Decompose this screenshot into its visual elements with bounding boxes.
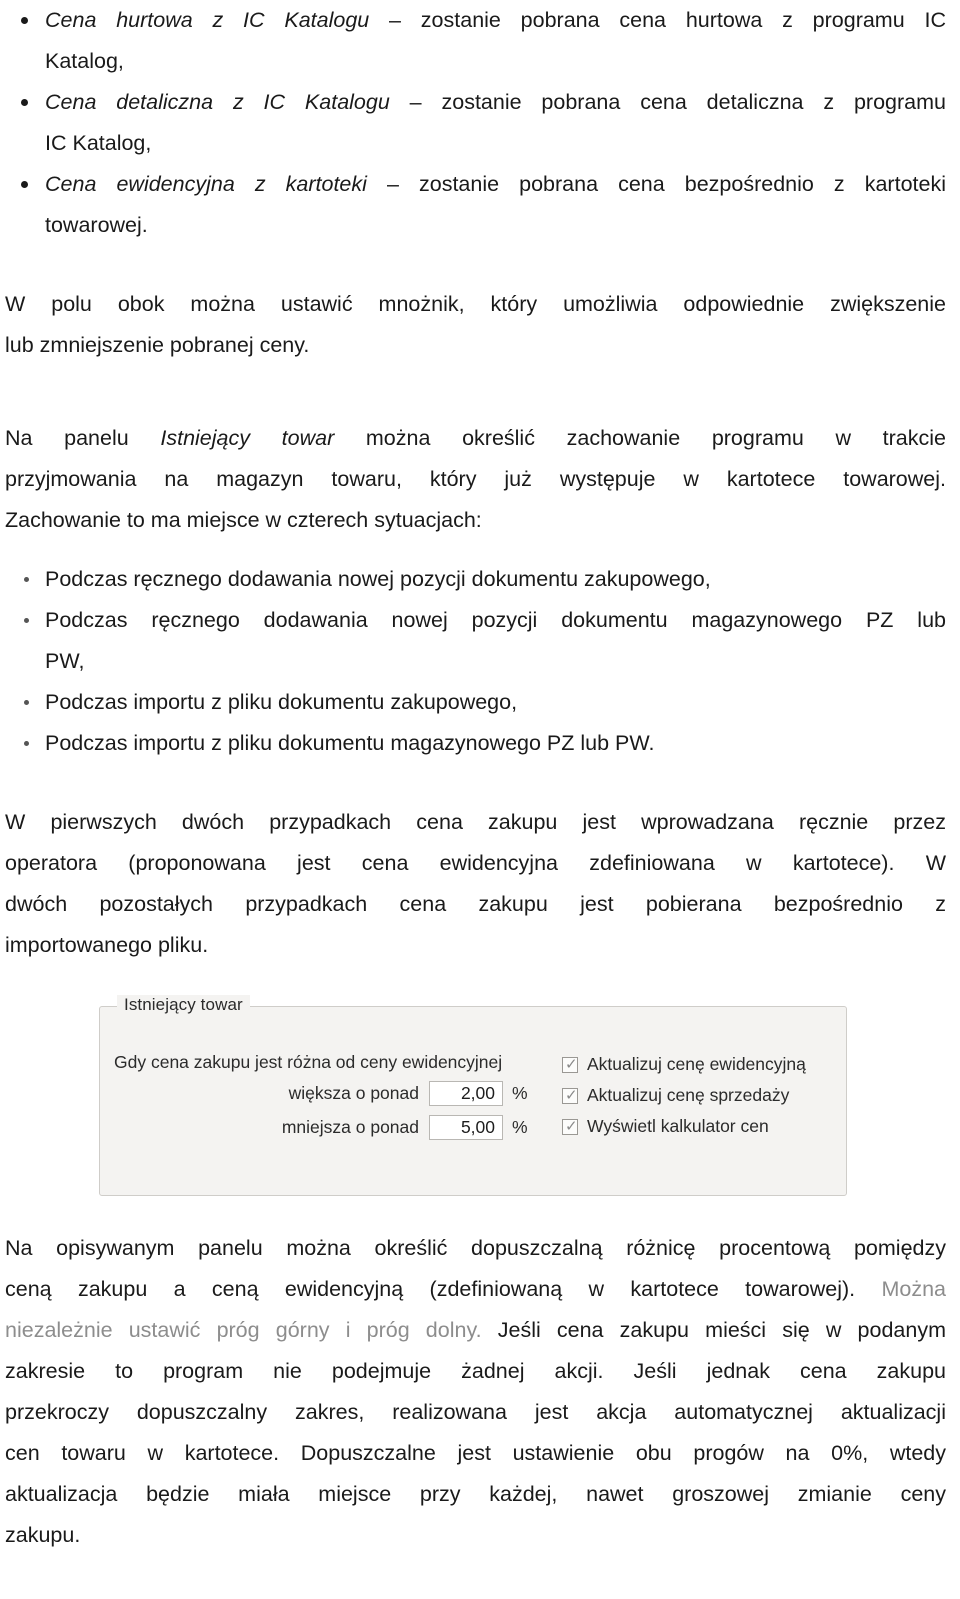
checkbox-label: Aktualizuj cenę sprzedaży — [587, 1085, 790, 1105]
paragraph-multiplier: W polu obok można ustawić mnożnik, który… — [5, 284, 946, 366]
bullet-icon — [24, 741, 29, 746]
list-item: Cena hurtowa z IC Katalogu – zostanie po… — [5, 0, 946, 82]
list-item-line: Cena ewidencyjna z kartoteki – zostanie … — [45, 164, 946, 205]
paragraph-text-muted: niezależnie ustawić próg górny i próg do… — [5, 1318, 498, 1342]
list-item: Podczas importu z pliku dokumentu zakupo… — [5, 682, 946, 723]
emphasis-text: Cena ewidencyjna z kartoteki — [45, 172, 367, 196]
emphasis-text: Istniejący towar — [160, 426, 335, 450]
checkbox-label: Aktualizuj cenę ewidencyjną — [587, 1054, 806, 1074]
paragraph-line: W polu obok można ustawić mnożnik, który… — [5, 292, 946, 316]
situation-list: Podczas ręcznego dodawania nowej pozycji… — [5, 559, 946, 764]
paragraph-line: dwóch pozostałych przypadkach cena zakup… — [5, 892, 946, 916]
paragraph-line: niezależnie ustawić próg górny i próg do… — [5, 1310, 946, 1351]
paragraph-tolerance: Na opisywanym panelu można określić dopu… — [5, 1228, 946, 1556]
paragraph-text: ceną zakupu a ceną ewidencyjną (zdefinio… — [5, 1277, 882, 1301]
bullet-icon — [21, 181, 28, 188]
list-item-line: Cena detaliczna z IC Katalogu – zostanie… — [45, 82, 946, 123]
threshold-row-less: mniejsza o ponad 5,00 % — [114, 1114, 534, 1141]
paragraph-line: aktualizacja będzie miała miejsce przy k… — [5, 1482, 946, 1506]
paragraph-line: przekroczy dopuszczalny zakres, realizow… — [5, 1400, 946, 1424]
checkmark-icon: ✓ — [565, 1055, 578, 1073]
checkbox-icon[interactable]: ✓ — [562, 1055, 578, 1073]
threshold-row-greater: większa o ponad 2,00 % — [114, 1080, 534, 1107]
paragraph-line: przyjmowania na magazyn towaru, który ju… — [5, 467, 946, 491]
bullet-icon — [24, 700, 29, 705]
checkbox-icon[interactable]: ✓ — [562, 1117, 578, 1135]
paragraph-line: Zachowanie to ma miejsce w czterech sytu… — [5, 508, 482, 532]
list-item-line: Podczas importu z pliku dokumentu magazy… — [45, 731, 655, 755]
checkbox-icon[interactable]: ✓ — [562, 1086, 578, 1104]
bullet-icon — [21, 17, 28, 24]
list-item-line: Podczas ręcznego dodawania nowej pozycji… — [45, 567, 711, 591]
condition-label: Gdy cena zakupu jest różna od ceny ewide… — [114, 1052, 503, 1072]
paragraph-manual-vs-import: W pierwszych dwóch przypadkach cena zaku… — [5, 802, 946, 966]
percent-sign: % — [512, 1117, 528, 1137]
percent-sign: % — [512, 1083, 528, 1103]
emphasis-text: Cena detaliczna z IC Katalogu — [45, 90, 390, 114]
paragraph-line: cen towaru w kartotece. Dopuszczalne jes… — [5, 1441, 946, 1465]
paragraph-line: zakresie to program nie podejmuje żadnej… — [5, 1359, 946, 1383]
existing-goods-panel-screenshot: Istniejący towar Gdy cena zakupu jest ró… — [99, 995, 847, 1196]
threshold-label-greater: większa o ponad — [288, 1083, 419, 1103]
paragraph-line: ceną zakupu a ceną ewidencyjną (zdefinio… — [5, 1269, 946, 1310]
threshold-column: Gdy cena zakupu jest różna od ceny ewide… — [114, 1051, 534, 1141]
list-item-line: Cena hurtowa z IC Katalogu – zostanie po… — [45, 0, 946, 41]
group-box-content: Gdy cena zakupu jest różna od ceny ewide… — [100, 1041, 846, 1195]
paragraph-text: Jeśli cena zakupu mieści się w podanym — [497, 1318, 946, 1342]
checkbox-row-show-price-calculator[interactable]: ✓ Wyświetl kalkulator cen — [562, 1111, 842, 1142]
list-item-line: towarowej. — [45, 213, 148, 237]
list-item: Podczas importu z pliku dokumentu magazy… — [5, 723, 946, 764]
list-item-line: IC Katalog, — [45, 131, 152, 155]
bullet-icon — [21, 99, 28, 106]
list-item-line: Katalog, — [45, 49, 124, 73]
paragraph-line: zakupu. — [5, 1523, 81, 1547]
threshold-input-greater[interactable]: 2,00 — [429, 1081, 503, 1106]
checkmark-icon: ✓ — [565, 1086, 578, 1104]
paragraph-line: operatora (proponowana jest cena ewidenc… — [5, 851, 946, 875]
list-item-line: Podczas importu z pliku dokumentu zakupo… — [45, 690, 518, 714]
bullet-icon — [24, 577, 29, 582]
paragraph-line: importowanego pliku. — [5, 933, 209, 957]
paragraph-text: można określić zachowanie programu w tra… — [334, 426, 947, 450]
group-box-legend: Istniejący towar — [117, 995, 250, 1015]
paragraph-line: W pierwszych dwóch przypadkach cena zaku… — [5, 810, 946, 834]
list-item-text: – zostanie pobrana cena detaliczna z pro… — [389, 90, 946, 114]
checkbox-label: Wyświetl kalkulator cen — [587, 1116, 769, 1136]
list-item-text: – zostanie pobrana cena bezpośrednio z k… — [366, 172, 946, 196]
list-item: Cena ewidencyjna z kartoteki – zostanie … — [5, 164, 946, 246]
list-item-line: PW, — [45, 649, 85, 673]
group-box: Istniejący towar Gdy cena zakupu jest ró… — [99, 995, 847, 1196]
checkbox-row-update-record-price[interactable]: ✓ Aktualizuj cenę ewidencyjną — [562, 1049, 842, 1080]
price-source-list: Cena hurtowa z IC Katalogu – zostanie po… — [5, 0, 946, 246]
list-item: Podczas ręcznego dodawania nowej pozycji… — [5, 600, 946, 682]
checkmark-icon: ✓ — [565, 1117, 578, 1135]
list-item-text: – zostanie pobrana cena hurtowa z progra… — [369, 8, 946, 32]
list-item: Cena detaliczna z IC Katalogu – zostanie… — [5, 82, 946, 164]
paragraph-text-muted: Można — [881, 1277, 946, 1301]
paragraph-panel-intro: Na panelu Istniejący towar można określi… — [5, 418, 946, 541]
threshold-label-less: mniejsza o ponad — [281, 1117, 419, 1137]
list-item-line: Podczas ręcznego dodawania nowej pozycji… — [45, 608, 946, 632]
threshold-input-less[interactable]: 5,00 — [429, 1115, 503, 1140]
list-item: Podczas ręcznego dodawania nowej pozycji… — [5, 559, 946, 600]
document-page: Cena hurtowa z IC Katalogu – zostanie po… — [0, 0, 960, 1599]
bullet-icon — [24, 618, 29, 623]
paragraph-text: Na panelu — [5, 426, 161, 450]
paragraph-line: lub zmniejszenie pobranej ceny. — [5, 333, 310, 357]
checkbox-row-update-sale-price[interactable]: ✓ Aktualizuj cenę sprzedaży — [562, 1080, 842, 1111]
paragraph-line: Na opisywanym panelu można określić dopu… — [5, 1236, 946, 1260]
options-column: ✓ Aktualizuj cenę ewidencyjną ✓ Aktualiz… — [562, 1049, 842, 1142]
emphasis-text: Cena hurtowa z IC Katalogu — [45, 8, 370, 32]
paragraph-line: Na panelu Istniejący towar można określi… — [5, 418, 946, 459]
